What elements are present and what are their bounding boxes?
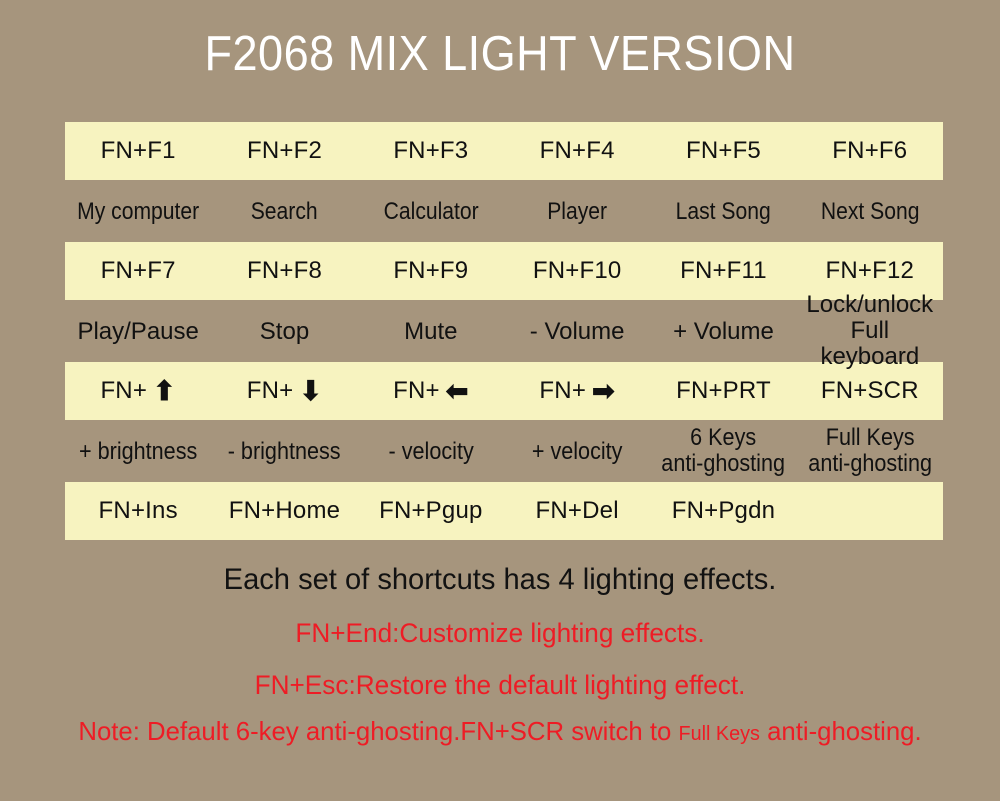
key-fn-arrow-left[interactable]: FN+ ⬅ <box>358 377 504 405</box>
note-default-suffix: anti-ghosting. <box>759 716 922 746</box>
key-fn-f8[interactable]: FN+F8 <box>211 257 357 285</box>
arrow-up-icon: ⬆ <box>153 376 176 406</box>
key-fn-del[interactable]: FN+Del <box>504 497 650 525</box>
key-fn-f6[interactable]: FN+F6 <box>797 137 943 165</box>
key-fn-f5[interactable]: FN+F5 <box>650 137 796 165</box>
key-fn-f3[interactable]: FN+F3 <box>358 137 504 165</box>
desc-fn-arrow-down: - brightness <box>228 437 341 465</box>
desc-fn-f9: Mute <box>404 317 458 345</box>
key-fn-ins[interactable]: FN+Ins <box>65 497 211 525</box>
key-fn-pgdn[interactable]: FN+Pgdn <box>650 497 796 525</box>
note-default-anti-ghosting: Note: Default 6-key anti-ghosting.FN+SCR… <box>5 714 995 751</box>
desc-fn-f6: Next Song <box>820 197 920 225</box>
desc-fn-f10: - Volume <box>529 317 625 345</box>
desc-fn-f11: + Volume <box>673 317 774 345</box>
description-row-2: Play/Pause Stop Mute - Volume + Volume L… <box>65 292 943 370</box>
desc-fn-prt: 6 Keys anti-ghosting <box>661 424 786 477</box>
key-fn-arrow-right-label: FN+ <box>539 377 587 404</box>
key-fn-f2[interactable]: FN+F2 <box>211 137 357 165</box>
desc-fn-f3: Calculator <box>383 197 479 225</box>
key-fn-f7[interactable]: FN+F7 <box>65 257 211 285</box>
desc-fn-arrow-left: - velocity <box>388 437 474 465</box>
desc-fn-arrow-right: + velocity <box>531 437 623 465</box>
key-fn-scr[interactable]: FN+SCR <box>797 377 943 405</box>
desc-fn-f4: Player <box>547 197 608 225</box>
description-row-1: My computer Search Calculator Player Las… <box>65 180 943 242</box>
note-lighting-effects: Each set of shortcuts has 4 lighting eff… <box>223 563 777 596</box>
note-default-prefix: Note: Default 6-key anti-ghosting.FN+SCR… <box>78 716 679 746</box>
key-fn-arrow-up[interactable]: FN+ ⬆ <box>65 377 211 405</box>
key-band-row-1: FN+F1 FN+F2 FN+F3 FN+F4 FN+F5 FN+F6 <box>65 122 943 180</box>
shortcut-grid: FN+F1 FN+F2 FN+F3 FN+F4 FN+F5 FN+F6 My c… <box>65 122 943 540</box>
key-fn-pgup[interactable]: FN+Pgup <box>358 497 504 525</box>
note-fn-end-customize: FN+End:Customize lighting effects. <box>295 618 705 648</box>
key-fn-f1[interactable]: FN+F1 <box>65 137 211 165</box>
note-default-full-keys: Full Keys <box>678 723 760 745</box>
key-fn-home[interactable]: FN+Home <box>211 497 357 525</box>
key-fn-f9[interactable]: FN+F9 <box>358 257 504 285</box>
page-title: F2068 MIX LIGHT VERSION <box>204 27 796 81</box>
key-fn-arrow-down-label: FN+ <box>246 377 294 404</box>
key-band-row-3: FN+ ⬆ FN+ ⬇ FN+ ⬅ FN+ ➡ FN+PRT FN+SCR <box>65 362 943 420</box>
desc-fn-arrow-up: + brightness <box>79 437 198 465</box>
key-fn-f12[interactable]: FN+F12 <box>797 257 943 285</box>
desc-fn-f12: Lock/unlock Full keyboard <box>806 291 934 370</box>
key-fn-arrow-right[interactable]: FN+ ➡ <box>504 377 650 405</box>
key-fn-f10[interactable]: FN+F10 <box>504 257 650 285</box>
description-row-3: + brightness - brightness - velocity + v… <box>65 420 943 482</box>
desc-fn-f8: Stop <box>259 317 310 345</box>
key-fn-arrow-down[interactable]: FN+ ⬇ <box>211 377 357 405</box>
key-fn-arrow-left-label: FN+ <box>393 377 440 404</box>
arrow-right-icon: ➡ <box>592 376 615 406</box>
key-band-row-4: FN+Ins FN+Home FN+Pgup FN+Del FN+Pgdn <box>65 482 943 540</box>
arrow-left-icon: ⬅ <box>445 376 469 406</box>
key-fn-f4[interactable]: FN+F4 <box>504 137 650 165</box>
key-fn-f11[interactable]: FN+F11 <box>650 257 796 285</box>
key-fn-arrow-up-label: FN+ <box>100 377 148 404</box>
desc-fn-scr: Full Keys anti-ghosting <box>807 424 932 477</box>
desc-fn-f5: Last Song <box>675 197 772 225</box>
arrow-down-icon: ⬇ <box>299 376 323 406</box>
note-fn-esc-restore: FN+Esc:Restore the default lighting effe… <box>254 670 746 700</box>
desc-fn-f2: Search <box>251 197 318 225</box>
key-fn-prt[interactable]: FN+PRT <box>650 377 796 405</box>
desc-fn-f7: Play/Pause <box>77 317 199 345</box>
desc-fn-f1: My computer <box>77 197 200 225</box>
